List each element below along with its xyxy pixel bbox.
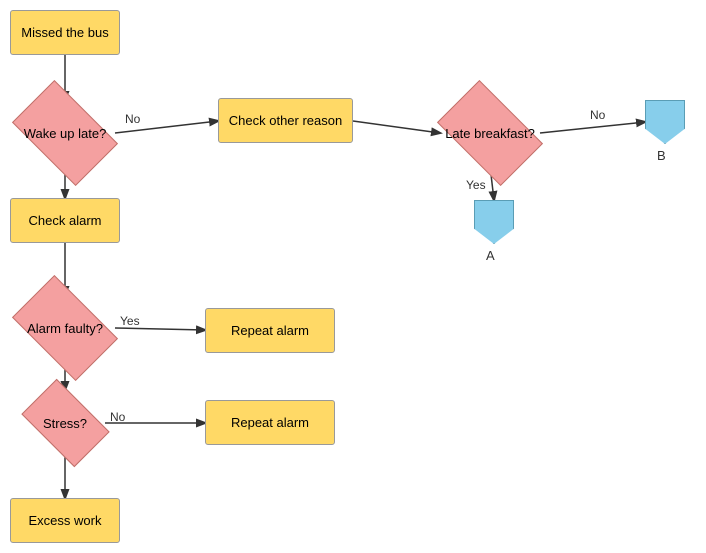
stress-diamond: Stress? [25,390,105,456]
repeat-alarm-2-node: Repeat alarm [205,400,335,445]
flowchart-canvas: Missed the bus Wake up late? Check other… [0,0,706,553]
no-late-label: No [590,108,605,122]
no-stress-label: No [110,410,125,424]
yes-late-label: Yes [466,178,486,192]
check-alarm-node: Check alarm [10,198,120,243]
repeat-alarm-1-node: Repeat alarm [205,308,335,353]
late-breakfast-diamond: Late breakfast? [440,100,540,166]
alarm-faulty-diamond: Alarm faulty? [15,295,115,361]
no-wake-label: No [125,112,140,126]
check-other-reason-node: Check other reason [218,98,353,143]
yes-alarm-label: Yes [120,314,140,328]
excess-work-node: Excess work [10,498,120,543]
wake-up-late-diamond: Wake up late? [15,100,115,166]
missed-the-bus-node: Missed the bus [10,10,120,55]
arrows-layer [0,0,706,553]
